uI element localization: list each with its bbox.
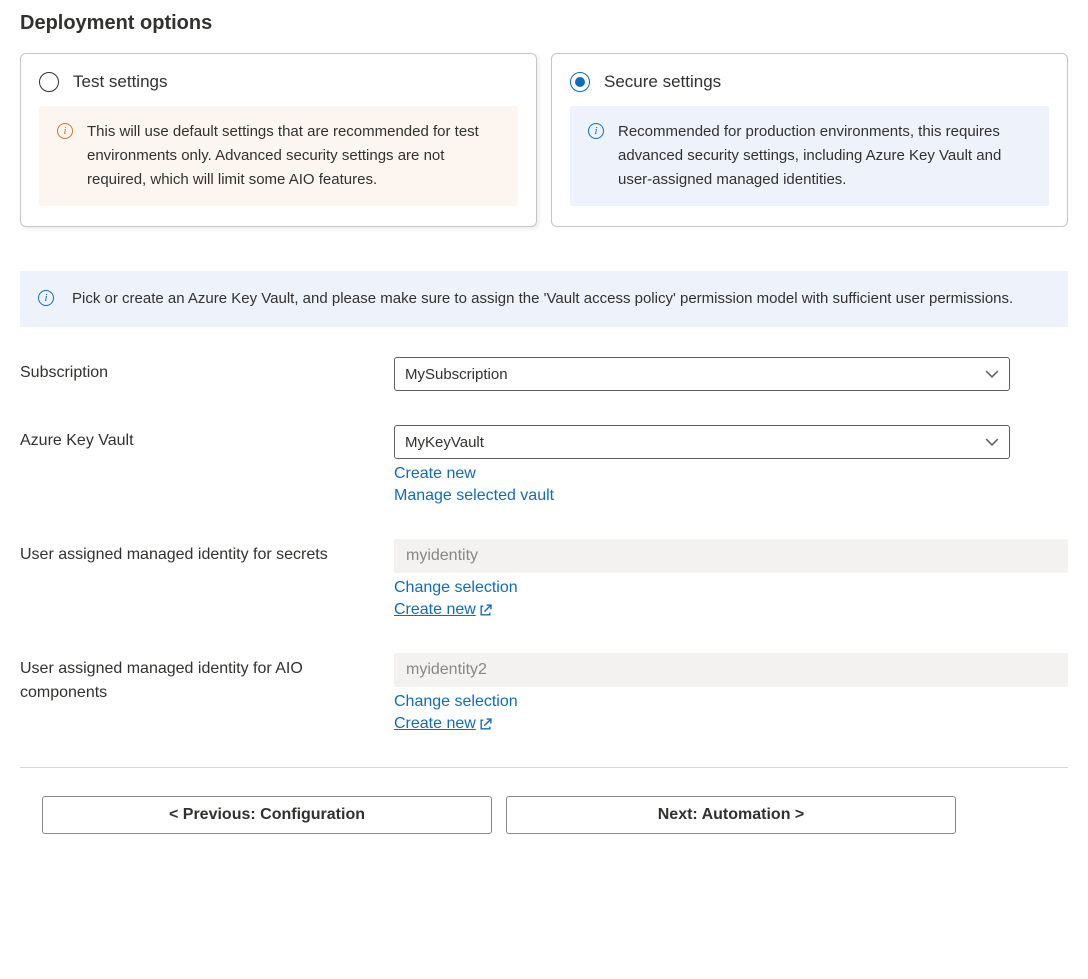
link-text: Create new [394,715,476,733]
label-subscription: Subscription [20,357,394,385]
row-identity-aio: User assigned managed identity for AIO c… [20,653,1068,733]
link-identity-secrets-create-new[interactable]: Create new [394,601,492,619]
key-vault-banner: i Pick or create an Azure Key Vault, and… [20,271,1068,327]
link-text: Create new [394,601,476,619]
row-keyvault: Azure Key Vault MyKeyVault Create new Ma… [20,425,1068,505]
option-header-secure: Secure settings [570,72,1049,92]
next-button[interactable]: Next: Automation > [506,796,956,834]
label-identity-secrets: User assigned managed identity for secre… [20,539,394,567]
radio-test[interactable] [39,72,59,92]
option-title-secure: Secure settings [604,72,721,92]
select-keyvault-value: MyKeyVault [405,434,484,451]
info-text-test: This will use default settings that are … [87,120,500,192]
input-identity-aio-value: myidentity2 [406,661,487,679]
row-subscription: Subscription MySubscription [20,357,1068,391]
section-title: Deployment options [20,12,1068,35]
info-icon: i [588,123,604,139]
link-keyvault-manage[interactable]: Manage selected vault [394,487,554,505]
info-text-secure: Recommended for production environments,… [618,120,1031,192]
chevron-down-icon [985,367,999,381]
option-card-secure[interactable]: Secure settings i Recommended for produc… [551,53,1068,227]
separator [20,767,1068,768]
external-link-icon [479,604,492,617]
link-identity-secrets-change[interactable]: Change selection [394,579,518,597]
nav-row: < Previous: Configuration Next: Automati… [20,796,1068,834]
banner-text: Pick or create an Azure Key Vault, and p… [72,287,1013,311]
row-identity-secrets: User assigned managed identity for secre… [20,539,1068,619]
link-identity-aio-create-new[interactable]: Create new [394,715,492,733]
radio-secure[interactable] [570,72,590,92]
input-identity-aio: myidentity2 [394,653,1068,687]
link-identity-aio-change[interactable]: Change selection [394,693,518,711]
deployment-options-row: Test settings i This will use default se… [20,53,1068,227]
info-box-secure: i Recommended for production environment… [570,106,1049,206]
input-identity-secrets: myidentity [394,539,1068,573]
previous-button[interactable]: < Previous: Configuration [42,796,492,834]
external-link-icon [479,718,492,731]
input-identity-secrets-value: myidentity [406,547,478,565]
select-subscription-value: MySubscription [405,366,508,383]
option-header-test: Test settings [39,72,518,92]
chevron-down-icon [985,435,999,449]
option-card-test[interactable]: Test settings i This will use default se… [20,53,537,227]
select-subscription[interactable]: MySubscription [394,357,1010,391]
info-icon: i [57,123,73,139]
label-keyvault: Azure Key Vault [20,425,394,453]
info-box-test: i This will use default settings that ar… [39,106,518,206]
info-icon: i [38,290,54,306]
link-keyvault-create-new[interactable]: Create new [394,465,476,483]
label-identity-aio: User assigned managed identity for AIO c… [20,653,394,705]
option-title-test: Test settings [73,72,168,92]
select-keyvault[interactable]: MyKeyVault [394,425,1010,459]
